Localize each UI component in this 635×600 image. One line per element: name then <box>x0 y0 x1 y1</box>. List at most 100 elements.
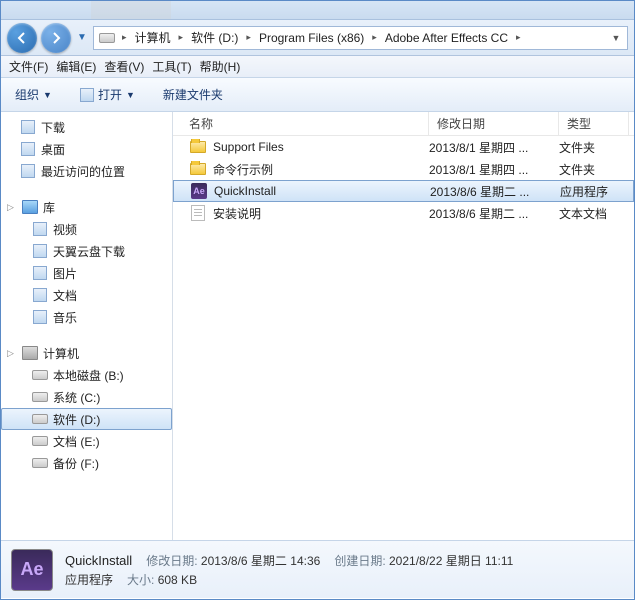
libraries-header[interactable]: ▷ 库 <box>1 196 172 218</box>
details-size-label: 大小: <box>127 573 154 587</box>
ae-icon: Ae <box>190 183 208 199</box>
details-filetype: 应用程序 <box>65 571 113 588</box>
recent-icon <box>19 163 37 179</box>
file-rows-container: Support Files 2013/8/1 星期四 ... 文件夹 命令行示例… <box>173 136 634 224</box>
column-date[interactable]: 修改日期 <box>429 112 559 135</box>
file-name: QuickInstall <box>214 184 276 198</box>
menu-bar: 文件(F) 编辑(E) 查看(V) 工具(T) 帮助(H) <box>1 56 634 78</box>
drive-icon <box>31 433 49 449</box>
computer-label: 计算机 <box>43 345 79 362</box>
sidebar-item-recent[interactable]: 最近访问的位置 <box>1 160 172 182</box>
drive-icon <box>31 455 49 471</box>
computer-group: ▷ 计算机 本地磁盘 (B:) 系统 (C:) 软件 (D:) 文档 (E:) … <box>1 342 172 474</box>
window-titlebar <box>1 1 634 20</box>
sidebar-item-pictures[interactable]: 图片 <box>1 262 172 284</box>
details-modified-value: 2013/8/6 星期二 14:36 <box>201 554 320 568</box>
cloud-icon <box>31 243 49 259</box>
music-icon <box>31 309 49 325</box>
drive-icon <box>31 389 49 405</box>
pictures-icon <box>31 265 49 281</box>
sidebar-item-label: 文档 (E:) <box>53 433 100 450</box>
file-date: 2013/8/6 星期二 ... <box>429 205 559 222</box>
ae-app-icon: Ae <box>11 549 53 591</box>
sidebar-item-label: 下载 <box>41 119 65 136</box>
forward-button[interactable] <box>41 23 71 53</box>
breadcrumb-arrow-icon[interactable]: ▸ <box>118 32 131 43</box>
navigation-pane[interactable]: 下载 桌面 最近访问的位置 ▷ 库 视频 天翼云盘下载 图片 <box>1 112 173 540</box>
open-icon <box>80 88 94 102</box>
sidebar-item-music[interactable]: 音乐 <box>1 306 172 328</box>
library-icon <box>21 199 39 215</box>
collapse-icon[interactable]: ▷ <box>7 348 17 359</box>
new-folder-label: 新建文件夹 <box>163 86 223 103</box>
file-row[interactable]: Support Files 2013/8/1 星期四 ... 文件夹 <box>173 136 634 158</box>
sidebar-drive-item[interactable]: 软件 (D:) <box>1 408 172 430</box>
libraries-label: 库 <box>43 199 55 216</box>
open-button[interactable]: 打开 ▼ <box>74 82 141 107</box>
sidebar-drive-item[interactable]: 文档 (E:) <box>1 430 172 452</box>
folder-icon <box>189 161 207 177</box>
back-button[interactable] <box>7 23 37 53</box>
details-pane: Ae QuickInstall 修改日期: 2013/8/6 星期二 14:36… <box>1 540 634 598</box>
menu-help[interactable]: 帮助(H) <box>196 56 245 77</box>
sidebar-item-label: 系统 (C:) <box>53 389 100 406</box>
details-created-label: 创建日期: <box>334 554 385 568</box>
file-type: 文件夹 <box>559 161 629 178</box>
breadcrumb-arrow-icon[interactable]: ▸ <box>175 32 188 43</box>
breadcrumb-drive[interactable]: 软件 (D:) <box>187 27 242 49</box>
sidebar-item-label: 音乐 <box>53 309 77 326</box>
txt-icon <box>189 205 207 221</box>
sidebar-drive-item[interactable]: 备份 (F:) <box>1 452 172 474</box>
new-folder-button[interactable]: 新建文件夹 <box>157 82 229 107</box>
sidebar-item-cloud[interactable]: 天翼云盘下载 <box>1 240 172 262</box>
sidebar-item-label: 视频 <box>53 221 77 238</box>
organize-label: 组织 <box>15 86 39 103</box>
dropdown-icon: ▼ <box>126 90 135 100</box>
command-bar: 组织 ▼ 打开 ▼ 新建文件夹 <box>1 78 634 112</box>
menu-view[interactable]: 查看(V) <box>100 56 148 77</box>
file-type: 应用程序 <box>560 183 630 200</box>
nav-history-dropdown[interactable]: ▼ <box>75 28 89 48</box>
breadcrumb-arrow-icon[interactable]: ▸ <box>368 32 381 43</box>
menu-edit[interactable]: 编辑(E) <box>52 56 100 77</box>
column-headers: 名称 修改日期 类型 <box>173 112 634 136</box>
column-type[interactable]: 类型 <box>559 112 629 135</box>
breadcrumb-computer[interactable]: 计算机 <box>131 27 175 49</box>
file-row[interactable]: 安装说明 2013/8/6 星期二 ... 文本文档 <box>173 202 634 224</box>
file-name: 安装说明 <box>213 205 261 222</box>
open-label: 打开 <box>98 86 122 103</box>
sidebar-item-label: 文档 <box>53 287 77 304</box>
sidebar-item-label: 备份 (F:) <box>53 455 99 472</box>
desktop-icon <box>19 141 37 157</box>
breadcrumb-arrow-icon[interactable]: ▸ <box>512 32 525 43</box>
file-row[interactable]: Ae QuickInstall 2013/8/6 星期二 ... 应用程序 <box>173 180 634 202</box>
sidebar-item-label: 桌面 <box>41 141 65 158</box>
address-bar[interactable]: ▸ 计算机 ▸ 软件 (D:) ▸ Program Files (x86) ▸ … <box>93 26 628 50</box>
breadcrumb-folder[interactable]: Program Files (x86) <box>255 27 368 49</box>
breadcrumb-folder[interactable]: Adobe After Effects CC <box>381 27 512 49</box>
sidebar-drive-item[interactable]: 系统 (C:) <box>1 386 172 408</box>
sidebar-item-desktop[interactable]: 桌面 <box>1 138 172 160</box>
computer-header[interactable]: ▷ 计算机 <box>1 342 172 364</box>
breadcrumb-arrow-icon[interactable]: ▸ <box>242 32 255 43</box>
libraries-group: ▷ 库 视频 天翼云盘下载 图片 文档 音乐 <box>1 196 172 328</box>
file-date: 2013/8/1 星期四 ... <box>429 139 559 156</box>
file-date: 2013/8/1 星期四 ... <box>429 161 559 178</box>
sidebar-item-label: 图片 <box>53 265 77 282</box>
sidebar-item-download[interactable]: 下载 <box>1 116 172 138</box>
sidebar-item-docs[interactable]: 文档 <box>1 284 172 306</box>
sidebar-item-video[interactable]: 视频 <box>1 218 172 240</box>
file-row[interactable]: 命令行示例 2013/8/1 星期四 ... 文件夹 <box>173 158 634 180</box>
location-icon <box>98 29 116 47</box>
video-icon <box>31 221 49 237</box>
menu-file[interactable]: 文件(F) <box>5 56 52 77</box>
collapse-icon[interactable]: ▷ <box>7 202 17 213</box>
menu-tools[interactable]: 工具(T) <box>148 56 195 77</box>
sidebar-item-label: 天翼云盘下载 <box>53 243 125 260</box>
column-name[interactable]: 名称 <box>173 112 429 135</box>
organize-button[interactable]: 组织 ▼ <box>9 82 58 107</box>
address-dropdown-icon[interactable]: ▼ <box>607 33 625 43</box>
drive-icon <box>31 411 49 427</box>
details-modified-label: 修改日期: <box>146 554 197 568</box>
sidebar-drive-item[interactable]: 本地磁盘 (B:) <box>1 364 172 386</box>
